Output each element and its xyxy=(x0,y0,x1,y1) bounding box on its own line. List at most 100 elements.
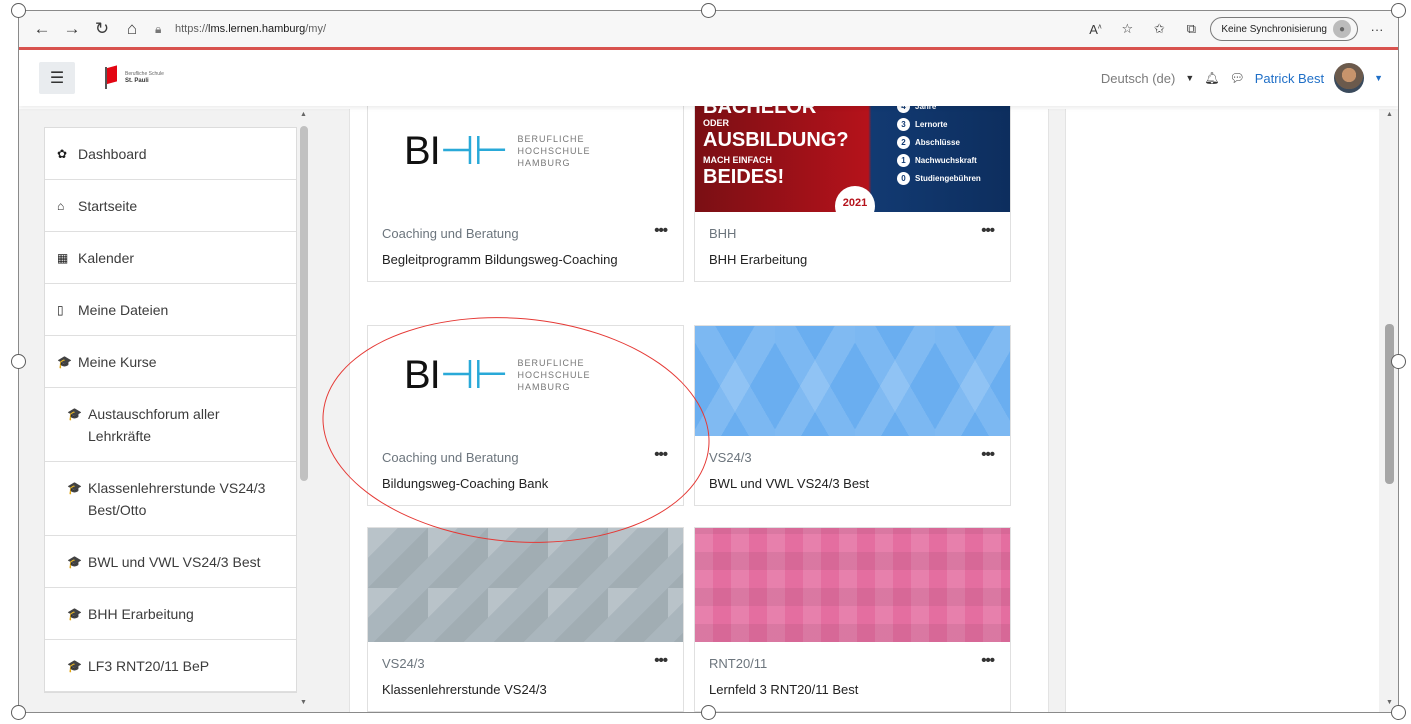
lock-icon: 🔒︎ xyxy=(155,21,162,36)
banner-number: 0 xyxy=(897,172,910,185)
page-scrollbar[interactable]: ▲ ▼ xyxy=(1381,109,1398,712)
resize-handle-bottom-right[interactable] xyxy=(1391,705,1406,720)
resize-handle-bottom-center[interactable] xyxy=(701,705,716,720)
refresh-icon[interactable]: ↻ xyxy=(87,14,117,44)
more-actions-icon[interactable]: ••• xyxy=(981,446,995,463)
graduation-cap-icon: 🎓 xyxy=(57,355,72,369)
course-card[interactable]: BACHELOR ODER AUSBILDUNG? MACH EINFACH B… xyxy=(694,101,1011,282)
menu-toggle-button[interactable]: ☰ xyxy=(39,62,75,94)
sidebar-item-label: BHH Erarbeitung xyxy=(88,606,194,622)
sidebar-item[interactable]: ✿ Dashboard xyxy=(45,128,296,180)
course-card[interactable]: BI⊣⊢ BERUFLICHE HOCHSCHULE HAMBURG Coach… xyxy=(367,101,684,282)
collections-icon[interactable]: ⧉ xyxy=(1178,21,1204,37)
resize-handle-top-left[interactable] xyxy=(11,3,26,18)
profile-icon: ● xyxy=(1333,20,1351,38)
sidebar-item-label: Austauschforum aller Lehrkräfte xyxy=(88,406,220,444)
browser-window: ← → ↻ ⌂ 🔒︎ https://lms.lernen.hamburg/my… xyxy=(19,11,1398,712)
course-image[interactable] xyxy=(695,326,1010,436)
course-image[interactable]: BI⊣⊢ BERUFLICHE HOCHSCHULE HAMBURG xyxy=(368,102,683,212)
bell-icon[interactable]: 🔔︎ xyxy=(1204,71,1219,85)
scroll-down-icon[interactable]: ▼ xyxy=(1386,699,1393,706)
language-menu[interactable]: Deutsch (de) xyxy=(1101,71,1175,86)
sidebar-item[interactable]: ▦ Kalender xyxy=(45,232,296,284)
bhh-word: HOCHSCHULE xyxy=(517,370,591,380)
resize-handle-top-right[interactable] xyxy=(1391,3,1406,18)
sidebar-item[interactable]: 🎓 Klassenlehrerstunde VS24/3 Best/Otto xyxy=(45,462,296,536)
caret-down-icon[interactable]: ▼ xyxy=(1185,73,1194,83)
bhh-logo: BI⊣⊢ BERUFLICHE HOCHSCHULE HAMBURG xyxy=(404,353,591,397)
more-icon[interactable]: ··· xyxy=(1364,22,1390,37)
back-icon[interactable]: ← xyxy=(27,14,57,44)
read-aloud-icon[interactable]: Aʌ xyxy=(1082,22,1108,37)
course-name-link[interactable]: BHH Erarbeitung xyxy=(709,249,996,271)
course-card[interactable]: BI⊣⊢ BERUFLICHE HOCHSCHULE HAMBURG Coach… xyxy=(367,325,684,506)
course-name-link[interactable]: Klassenlehrerstunde VS24/3 xyxy=(382,679,669,701)
chat-bubble-icon[interactable]: 💬︎ xyxy=(1229,71,1244,85)
course-image[interactable] xyxy=(368,528,683,642)
banner-line: AUSBILDUNG? xyxy=(703,129,849,151)
sync-label: Keine Synchronisierung xyxy=(1221,23,1327,35)
graduation-cap-icon: 🎓 xyxy=(67,607,82,621)
course-name-link[interactable]: Begleitprogramm Bildungsweg-Coaching xyxy=(382,249,669,271)
resize-handle-bottom-left[interactable] xyxy=(11,705,26,720)
more-actions-icon[interactable]: ••• xyxy=(654,446,668,463)
course-category: VS24/3 xyxy=(382,656,425,671)
sidebar-item-label: Startseite xyxy=(78,198,138,214)
course-image[interactable] xyxy=(695,528,1010,642)
sidebar-item[interactable]: 🎓 Austauschforum aller Lehrkräfte xyxy=(45,388,296,462)
banner-list-text: Abschlüsse xyxy=(915,138,960,147)
drawer-scrollbar[interactable]: ▲ ▼ xyxy=(297,109,311,712)
logo-flag-icon xyxy=(103,67,119,89)
more-actions-icon[interactable]: ••• xyxy=(981,652,995,669)
sidebar-item[interactable]: ▯ Meine Dateien xyxy=(45,284,296,336)
course-name-link[interactable]: Lernfeld 3 RNT20/11 Best xyxy=(709,679,996,701)
scroll-up-icon[interactable]: ▲ xyxy=(1386,111,1393,118)
course-name-link[interactable]: Bildungsweg-Coaching Bank xyxy=(382,473,669,495)
sidebar-item[interactable]: 🎓 LF3 RNT20/11 BeP xyxy=(45,640,296,692)
user-menu-caret-icon[interactable]: ▼ xyxy=(1374,73,1383,83)
avatar[interactable] xyxy=(1334,63,1365,93)
resize-handle-top-center[interactable] xyxy=(701,3,716,18)
course-card[interactable]: VS24/3 BWL und VWL VS24/3 Best ••• xyxy=(694,325,1011,506)
sidebar-item-label: Dashboard xyxy=(78,146,147,162)
sidebar-item-label: Klassenlehrerstunde VS24/3 Best/Otto xyxy=(88,480,266,518)
course-card[interactable]: VS24/3 Klassenlehrerstunde VS24/3 ••• xyxy=(367,527,684,712)
bhh-word: HAMBURG xyxy=(517,382,571,392)
banner-number: 3 xyxy=(897,118,910,131)
graduation-cap-icon: 🎓 xyxy=(67,481,82,495)
graduation-cap-icon: 🎓 xyxy=(67,659,82,673)
sidebar-item[interactable]: ⌂ Startseite xyxy=(45,180,296,232)
drawer-scroll-thumb[interactable] xyxy=(300,126,308,481)
course-image[interactable]: BACHELOR ODER AUSBILDUNG? MACH EINFACH B… xyxy=(695,102,1010,212)
banner-stamp: 2021 xyxy=(835,186,875,212)
user-name[interactable]: Patrick Best xyxy=(1255,71,1324,86)
page-scroll-thumb[interactable] xyxy=(1385,324,1394,484)
sidebar-item[interactable]: 🎓 BWL und VWL VS24/3 Best xyxy=(45,536,296,588)
bhh-word: BERUFLICHE xyxy=(517,134,585,144)
site-navbar: ☰ Berufliche Schule St. Pauli Deutsch (d… xyxy=(19,50,1398,106)
site-logo[interactable]: Berufliche Schule St. Pauli xyxy=(103,67,164,89)
resize-handle-middle-left[interactable] xyxy=(11,354,26,369)
scroll-up-icon[interactable]: ▲ xyxy=(300,111,307,118)
course-name-link[interactable]: BWL und VWL VS24/3 Best xyxy=(709,473,996,495)
bhh-word: HOCHSCHULE xyxy=(517,146,591,156)
more-actions-icon[interactable]: ••• xyxy=(981,222,995,239)
course-card[interactable]: RNT20/11 Lernfeld 3 RNT20/11 Best ••• xyxy=(694,527,1011,712)
grey-pattern xyxy=(368,528,683,642)
more-actions-icon[interactable]: ••• xyxy=(654,222,668,239)
forward-icon[interactable]: → xyxy=(57,14,87,44)
sync-button[interactable]: Keine Synchronisierung ● xyxy=(1210,17,1358,41)
resize-handle-middle-right[interactable] xyxy=(1391,354,1406,369)
scroll-down-icon[interactable]: ▼ xyxy=(300,699,307,706)
add-favorite-icon[interactable]: ☆ xyxy=(1114,21,1140,37)
address-bar[interactable]: 🔒︎ https://lms.lernen.hamburg/my/ xyxy=(155,15,1082,43)
graduation-cap-icon: 🎓 xyxy=(67,407,82,421)
home-icon[interactable]: ⌂ xyxy=(117,14,147,44)
favorites-icon[interactable]: ✩ xyxy=(1146,21,1172,37)
bhh-mark: BI xyxy=(404,353,441,397)
more-actions-icon[interactable]: ••• xyxy=(654,652,668,669)
blue-pattern xyxy=(695,326,1010,436)
course-image[interactable]: BI⊣⊢ BERUFLICHE HOCHSCHULE HAMBURG xyxy=(368,326,683,436)
sidebar-item[interactable]: 🎓 BHH Erarbeitung xyxy=(45,588,296,640)
sidebar-item[interactable]: 🎓 Meine Kurse xyxy=(45,336,296,388)
